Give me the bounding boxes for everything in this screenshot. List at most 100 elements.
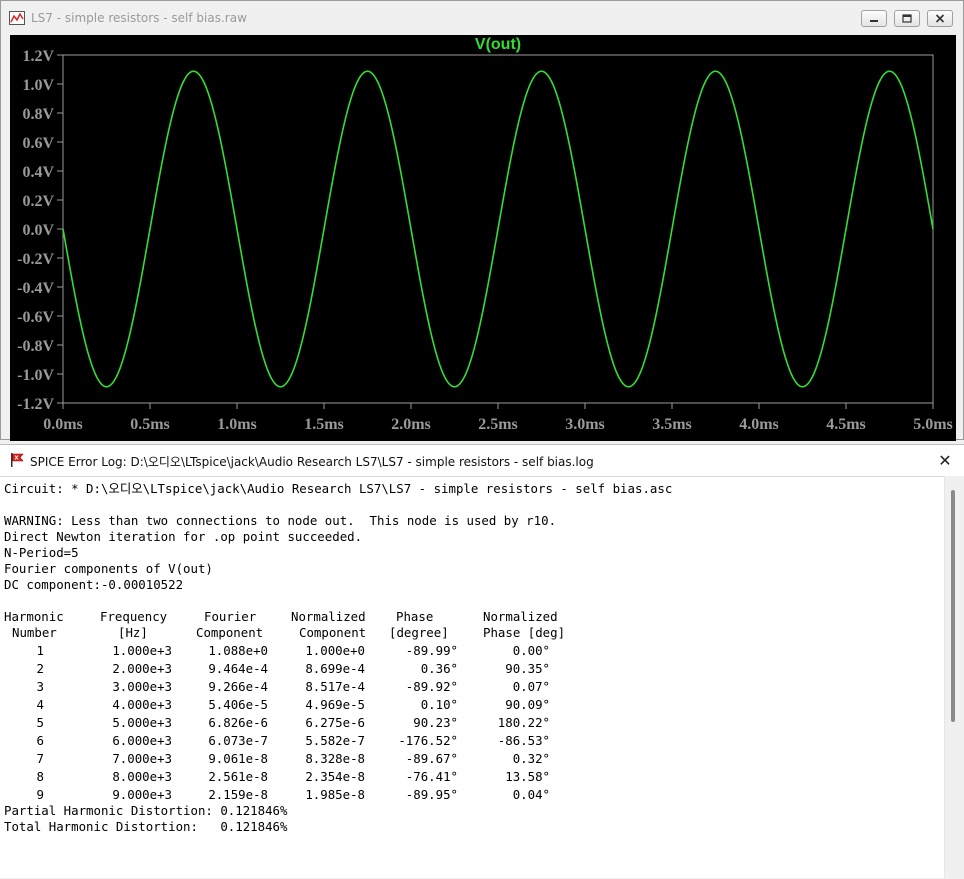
trace-title: V(out) (475, 36, 521, 53)
x-tick-label: 3.5ms (652, 416, 692, 433)
harmonic-number-cell: 8 (36, 769, 44, 784)
phase-cell: -89.92° (405, 679, 458, 694)
phase-cell: -89.67° (405, 751, 458, 766)
table-header-fourier: Fourier (204, 609, 257, 624)
phase-cell: 0.10° (420, 697, 458, 712)
x-tick-label: 2.0ms (391, 416, 431, 433)
close-button[interactable] (927, 10, 953, 27)
waveform-chart[interactable]: V(out) 1.2V 1.0V 0.8V 0.6V 0.4V 0.2V 0.0V -0.2V -… (10, 35, 956, 441)
fourier-component-cell: 2.561e-8 (208, 769, 268, 784)
x-tick-label: 4.5ms (826, 416, 866, 433)
log-text-area[interactable]: Circuit: * D:\오디오\LTspice\jack\Audio Res… (0, 476, 944, 879)
table-header-degree: [degree] (389, 625, 449, 640)
y-tick-label: -0.2V (17, 251, 54, 268)
phase-cell: 0.36° (420, 661, 458, 676)
close-icon: ✕ (938, 450, 952, 470)
spice-log-icon (11, 453, 24, 467)
y-tick-label: -1.2V (17, 396, 54, 413)
table-header-phase-deg: Phase [deg] (483, 625, 566, 640)
table-header-phase: Phase (396, 609, 434, 624)
log-scroll-thumb[interactable] (951, 490, 955, 722)
log-total-thd-line: Total Harmonic Distortion: 0.121846% (4, 819, 288, 834)
y-tick-label: 0.2V (22, 193, 54, 210)
y-tick-label: -0.8V (17, 338, 54, 355)
frequency-cell: 4.000e+3 (112, 697, 172, 712)
y-tick-label: 0.6V (22, 135, 54, 152)
y-tick-label: 0.8V (22, 106, 54, 123)
harmonic-number-cell: 4 (36, 697, 44, 712)
fourier-component-cell: 2.159e-8 (208, 787, 268, 802)
normalized-phase-cell: 180.22° (497, 715, 550, 730)
spice-error-log-window: SPICE Error Log: D:\오디오\LTspice\jack\Aud… (0, 444, 964, 878)
fourier-component-cell: 6.073e-7 (208, 733, 268, 748)
harmonic-number-cell: 7 (36, 751, 44, 766)
normalized-phase-cell: 0.32° (512, 751, 550, 766)
restore-button[interactable] (894, 10, 920, 27)
log-nperiod-line: N-Period=5 (4, 545, 79, 560)
frequency-cell: 1.000e+3 (112, 643, 172, 658)
fourier-component-cell: 5.406e-5 (208, 697, 268, 712)
normalized-component-cell: 1.000e+0 (305, 643, 365, 658)
x-tick-label: 4.0ms (739, 416, 779, 433)
x-tick-label: 1.5ms (304, 416, 344, 433)
x-tick-label: 5.0ms (913, 416, 953, 433)
phase-cell: -76.41° (405, 769, 458, 784)
v-out-trace (62, 70, 934, 388)
x-tick-label: 2.5ms (478, 416, 518, 433)
harmonic-number-cell: 6 (36, 733, 44, 748)
table-header-hz: [Hz] (118, 625, 148, 640)
frequency-cell: 6.000e+3 (112, 733, 172, 748)
normalized-phase-cell: 0.00° (512, 643, 550, 658)
normalized-phase-cell: 13.58° (505, 769, 550, 784)
normalized-component-cell: 6.275e-6 (305, 715, 365, 730)
fourier-component-cell: 6.826e-6 (208, 715, 268, 730)
log-newton-line: Direct Newton iteration for .op point su… (4, 529, 363, 544)
minimize-button[interactable] (861, 10, 887, 27)
y-tick-label: -0.4V (17, 280, 54, 297)
phase-cell: -89.99° (405, 643, 458, 658)
waveform-titlebar[interactable]: LS7 - simple resistors - self bias.raw (1, 1, 963, 35)
frequency-cell: 7.000e+3 (112, 751, 172, 766)
fourier-component-cell: 9.061e-8 (208, 751, 268, 766)
fourier-component-cell: 9.464e-4 (208, 661, 268, 676)
minimize-icon (870, 19, 878, 22)
harmonic-number-cell: 1 (36, 643, 44, 658)
normalized-component-cell: 8.699e-4 (305, 661, 365, 676)
y-tick-label: 1.0V (22, 77, 54, 94)
log-close-button[interactable]: ✕ (934, 449, 956, 471)
normalized-phase-cell: 0.07° (512, 679, 550, 694)
normalized-phase-cell: 90.35° (505, 661, 550, 676)
frequency-cell: 3.000e+3 (112, 679, 172, 694)
log-warning-line: WARNING: Less than two connections to no… (4, 513, 557, 528)
frequency-cell: 8.000e+3 (112, 769, 172, 784)
log-partial-thd-line: Partial Harmonic Distortion: 0.121846% (4, 803, 288, 818)
y-tick-label: -1.0V (17, 367, 54, 384)
waveform-window-title: LS7 - simple resistors - self bias.raw (31, 11, 247, 25)
harmonic-number-cell: 9 (36, 787, 44, 802)
normalized-component-cell: 8.517e-4 (305, 679, 365, 694)
log-fourier-line: Fourier components of V(out) (4, 561, 213, 576)
waveform-plot-area[interactable]: V(out) 1.2V 1.0V 0.8V 0.6V 0.4V 0.2V 0.0V -0.2V -… (10, 35, 956, 441)
y-tick-label: -0.6V (17, 309, 54, 326)
harmonic-number-cell: 3 (36, 679, 44, 694)
table-header-number: Number (12, 625, 57, 640)
restore-icon (902, 14, 912, 23)
frequency-cell: 2.000e+3 (112, 661, 172, 676)
x-tick-label: 0.5ms (130, 416, 170, 433)
normalized-component-cell: 8.328e-8 (305, 751, 365, 766)
log-vertical-scrollbar[interactable] (944, 476, 964, 878)
y-tick-label: 1.2V (22, 48, 54, 65)
phase-cell: -89.95° (405, 787, 458, 802)
log-titlebar[interactable]: SPICE Error Log: D:\오디오\LTspice\jack\Aud… (0, 445, 964, 475)
normalized-component-cell: 5.582e-7 (305, 733, 365, 748)
waveform-window: LS7 - simple resistors - self bias.raw V… (0, 0, 964, 441)
frequency-cell: 9.000e+3 (112, 787, 172, 802)
x-tick-label: 0.0ms (43, 416, 83, 433)
ltspice-waveform-icon (9, 11, 25, 25)
table-header-norm-component: Component (299, 625, 367, 640)
x-tick-label: 3.0ms (565, 416, 605, 433)
normalized-component-cell: 1.985e-8 (305, 787, 365, 802)
normalized-phase-cell: 0.04° (512, 787, 550, 802)
y-tick-label: 0.4V (22, 164, 54, 181)
phase-cell: -176.52° (398, 733, 458, 748)
